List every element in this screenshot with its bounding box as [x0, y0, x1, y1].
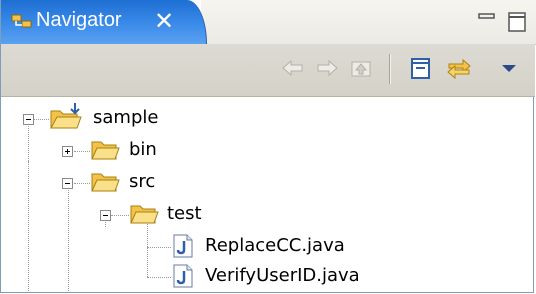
collapse-toggle-icon[interactable] — [62, 178, 73, 189]
tree-item-sample[interactable]: sample — [1, 103, 535, 135]
tree-item-verifyuserid-java[interactable]: VerifyUserID.java — [1, 261, 535, 293]
maximize-icon[interactable] — [507, 10, 529, 34]
expand-toggle-icon[interactable] — [62, 146, 73, 157]
tree-item-label: VerifyUserID.java — [205, 265, 360, 286]
project-folder-icon — [50, 103, 82, 129]
tree-item-src[interactable]: src — [1, 167, 535, 199]
tree-item-label: ReplaceCC.java — [205, 235, 345, 256]
view-menu-chevron-icon[interactable] — [495, 54, 523, 82]
navigator-icon — [11, 14, 32, 28]
tree-item-label: test — [167, 203, 202, 224]
collapse-all-icon[interactable] — [407, 54, 435, 82]
collapse-toggle-icon[interactable] — [100, 210, 111, 221]
tree-item-test[interactable]: test — [1, 199, 535, 231]
view-toolbar — [1, 44, 535, 97]
folder-icon — [130, 205, 159, 224]
link-with-editor-icon[interactable] — [445, 54, 473, 82]
folder-icon — [91, 141, 120, 160]
minimize-icon[interactable] — [477, 10, 497, 30]
go-up-icon[interactable] — [347, 54, 375, 82]
collapse-toggle-icon[interactable] — [23, 114, 34, 125]
java-file-icon — [173, 264, 193, 288]
tree-item-label: sample — [93, 107, 159, 128]
tab-title: Navigator — [36, 9, 122, 31]
java-file-icon — [173, 234, 193, 258]
folder-icon — [91, 173, 120, 192]
back-arrow-icon[interactable] — [279, 54, 307, 82]
navigator-view: Navigator ✕ sample bin src test ReplaceC… — [0, 0, 536, 293]
tree-item-label: src — [129, 171, 156, 192]
view-tab-strip: Navigator ✕ — [1, 0, 536, 45]
tree-item-label: bin — [129, 139, 157, 160]
tab-navigator[interactable]: Navigator ✕ — [1, 0, 207, 44]
tree-item-replacecc-java[interactable]: ReplaceCC.java — [1, 231, 535, 263]
navigator-tree: sample bin src test ReplaceCC.java Verif… — [1, 97, 535, 293]
toolbar-separator — [389, 54, 391, 84]
close-icon[interactable]: ✕ — [151, 8, 177, 34]
forward-arrow-icon[interactable] — [313, 54, 341, 82]
tree-item-bin[interactable]: bin — [1, 135, 535, 167]
